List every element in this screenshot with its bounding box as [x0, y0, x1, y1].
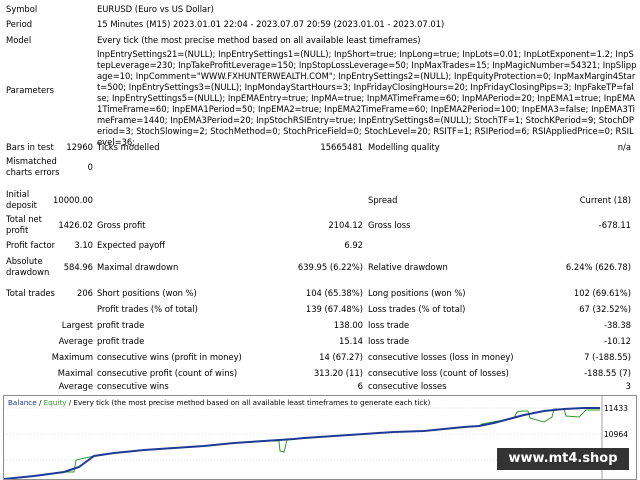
max-consec-wins-value: 14 (67.27)	[319, 352, 363, 362]
max-consec-wins-label: consecutive wins (profit in money)	[97, 352, 242, 362]
short-positions-value: 104 (65.38%)	[305, 288, 363, 298]
gross-loss-label: Gross loss	[368, 220, 411, 230]
total-trades-value: 206	[77, 288, 93, 298]
average-loss-label: loss trade	[368, 336, 410, 346]
mismatched-row: Mismatched charts errors 0	[0, 156, 640, 178]
average-loss-value: -10.12	[604, 336, 631, 346]
deposit-label-1: Initial	[6, 189, 30, 199]
maximal-profit-label: consecutive profit (count of wins)	[97, 368, 238, 378]
net-profit-row: Total net profit 1426.02 Gross profit 21…	[0, 214, 640, 236]
deposit-label-2: deposit	[6, 200, 37, 210]
long-positions-value: 102 (69.61%)	[573, 288, 631, 298]
profit-trades-label: Profit trades (% of total)	[97, 304, 198, 314]
expected-payoff-label: Expected payoff	[97, 240, 166, 250]
test-report: Symbol EURUSD (Euro vs US Dollar) Period…	[0, 0, 640, 392]
maximum-consecutive-row: Maximum consecutive wins (profit in mone…	[0, 352, 640, 363]
maximum-prefix: Maximum	[51, 352, 93, 362]
rel-dd-value: 6.24% (626.78)	[565, 262, 631, 272]
deposit-value: 10000.00	[53, 195, 93, 205]
model-label: Model	[6, 35, 32, 45]
avg-consec-prefix: Average	[58, 381, 93, 391]
period-row: Period 15 Minutes (M15) 2023.01.01 22:04…	[0, 19, 640, 30]
net-label-1: Total net	[6, 214, 42, 224]
gross-loss-value: -678.11	[598, 220, 631, 230]
symbol-row: Symbol EURUSD (Euro vs US Dollar)	[0, 4, 640, 15]
maximal-loss-label: consecutive loss (count of losses)	[368, 368, 509, 378]
avg-consec-losses-value: 3	[625, 381, 631, 391]
largest-profit-label: profit trade	[97, 320, 145, 330]
watermark-logo: www.mt4.shop	[497, 448, 629, 470]
period-value: 15 Minutes (M15) 2023.01.01 22:04 - 2023…	[97, 19, 445, 29]
loss-trades-value: 67 (32.52%)	[579, 304, 631, 314]
profit-trades-row: Profit trades (% of total) 139 (67.48%) …	[0, 304, 640, 315]
largest-prefix: Largest	[61, 320, 93, 330]
model-row: Model Every tick (the most precise metho…	[0, 35, 640, 46]
total-trades-label: Total trades	[6, 288, 55, 298]
average-prefix: Average	[58, 336, 93, 346]
bars-value: 12960	[66, 142, 93, 152]
spread-value: Current (18)	[579, 195, 631, 205]
max-consec-losses-label: consecutive losses (loss in money)	[368, 352, 514, 362]
average-profit-label: profit trade	[97, 336, 145, 346]
maximal-profit-value: 313.20 (11)	[313, 368, 363, 378]
bars-label: Bars in test	[6, 142, 54, 152]
deposit-row: Initial deposit 10000.00 Spread Current …	[0, 189, 640, 211]
symbol-value: EURUSD (Euro vs US Dollar)	[97, 4, 214, 14]
max-dd-value: 639.95 (6.22%)	[297, 262, 363, 272]
parameters-label: Parameters	[6, 85, 54, 95]
abs-dd-value: 584.96	[63, 262, 93, 272]
y-label-top: 11433	[603, 404, 628, 413]
short-positions-label: Short positions (won %)	[97, 288, 197, 298]
bars-row: Bars in test 12960 Ticks modelled 156654…	[0, 142, 640, 153]
model-value: Every tick (the most precise method base…	[97, 35, 421, 45]
drawdown-row: Absolute drawdown 584.96 Maximal drawdow…	[0, 256, 640, 278]
profit-factor-row: Profit factor 3.10 Expected payoff 6.92	[0, 240, 640, 251]
max-consec-losses-value: 7 (-188.55)	[584, 352, 631, 362]
mismatched-value: 0	[87, 162, 93, 172]
ticks-value: 15665481	[320, 142, 363, 152]
maximal-prefix: Maximal	[57, 368, 93, 378]
expected-payoff-value: 6.92	[344, 240, 363, 250]
maximal-loss-value: -188.55 (7)	[584, 368, 631, 378]
largest-loss-label: loss trade	[368, 320, 410, 330]
gross-profit-label: Gross profit	[97, 220, 146, 230]
avg-consec-losses-label: consecutive losses	[368, 381, 447, 391]
average-consecutive-row: Average consecutive wins 6 consecutive l…	[0, 381, 640, 392]
avg-consec-wins-label: consecutive wins	[97, 381, 169, 391]
loss-trades-label: Loss trades (% of total)	[368, 304, 466, 314]
quality-label: Modelling quality	[368, 142, 440, 152]
parameters-value: InpEntrySettings21=(NULL); InpEntrySetti…	[97, 49, 637, 147]
symbol-label: Symbol	[6, 4, 38, 14]
period-label: Period	[6, 19, 33, 29]
profit-factor-value: 3.10	[74, 240, 93, 250]
net-value: 1426.02	[58, 220, 93, 230]
y-label-mid: 10964	[603, 430, 628, 439]
profit-trades-value: 139 (67.48%)	[305, 304, 363, 314]
long-positions-label: Long positions (won %)	[368, 288, 466, 298]
quality-value: n/a	[617, 142, 631, 152]
gross-profit-value: 2104.12	[328, 220, 363, 230]
total-trades-row: Total trades 206 Short positions (won %)…	[0, 288, 640, 299]
average-profit-value: 15.14	[339, 336, 363, 346]
avg-consec-wins-value: 6	[357, 381, 363, 391]
max-dd-label: Maximal drawdown	[97, 262, 179, 272]
abs-dd-label-1: Absolute	[6, 256, 43, 266]
ticks-label: Ticks modelled	[97, 142, 160, 152]
largest-profit-value: 138.00	[333, 320, 363, 330]
average-row: Average profit trade 15.14 loss trade -1…	[0, 336, 640, 347]
net-label-2: profit	[6, 225, 29, 235]
spread-label: Spread	[368, 195, 398, 205]
profit-factor-label: Profit factor	[6, 240, 56, 250]
largest-loss-value: -38.38	[604, 320, 631, 330]
largest-row: Largest profit trade 138.00 loss trade -…	[0, 320, 640, 331]
maximal-consecutive-row: Maximal consecutive profit (count of win…	[0, 368, 640, 379]
rel-dd-label: Relative drawdown	[368, 262, 448, 272]
